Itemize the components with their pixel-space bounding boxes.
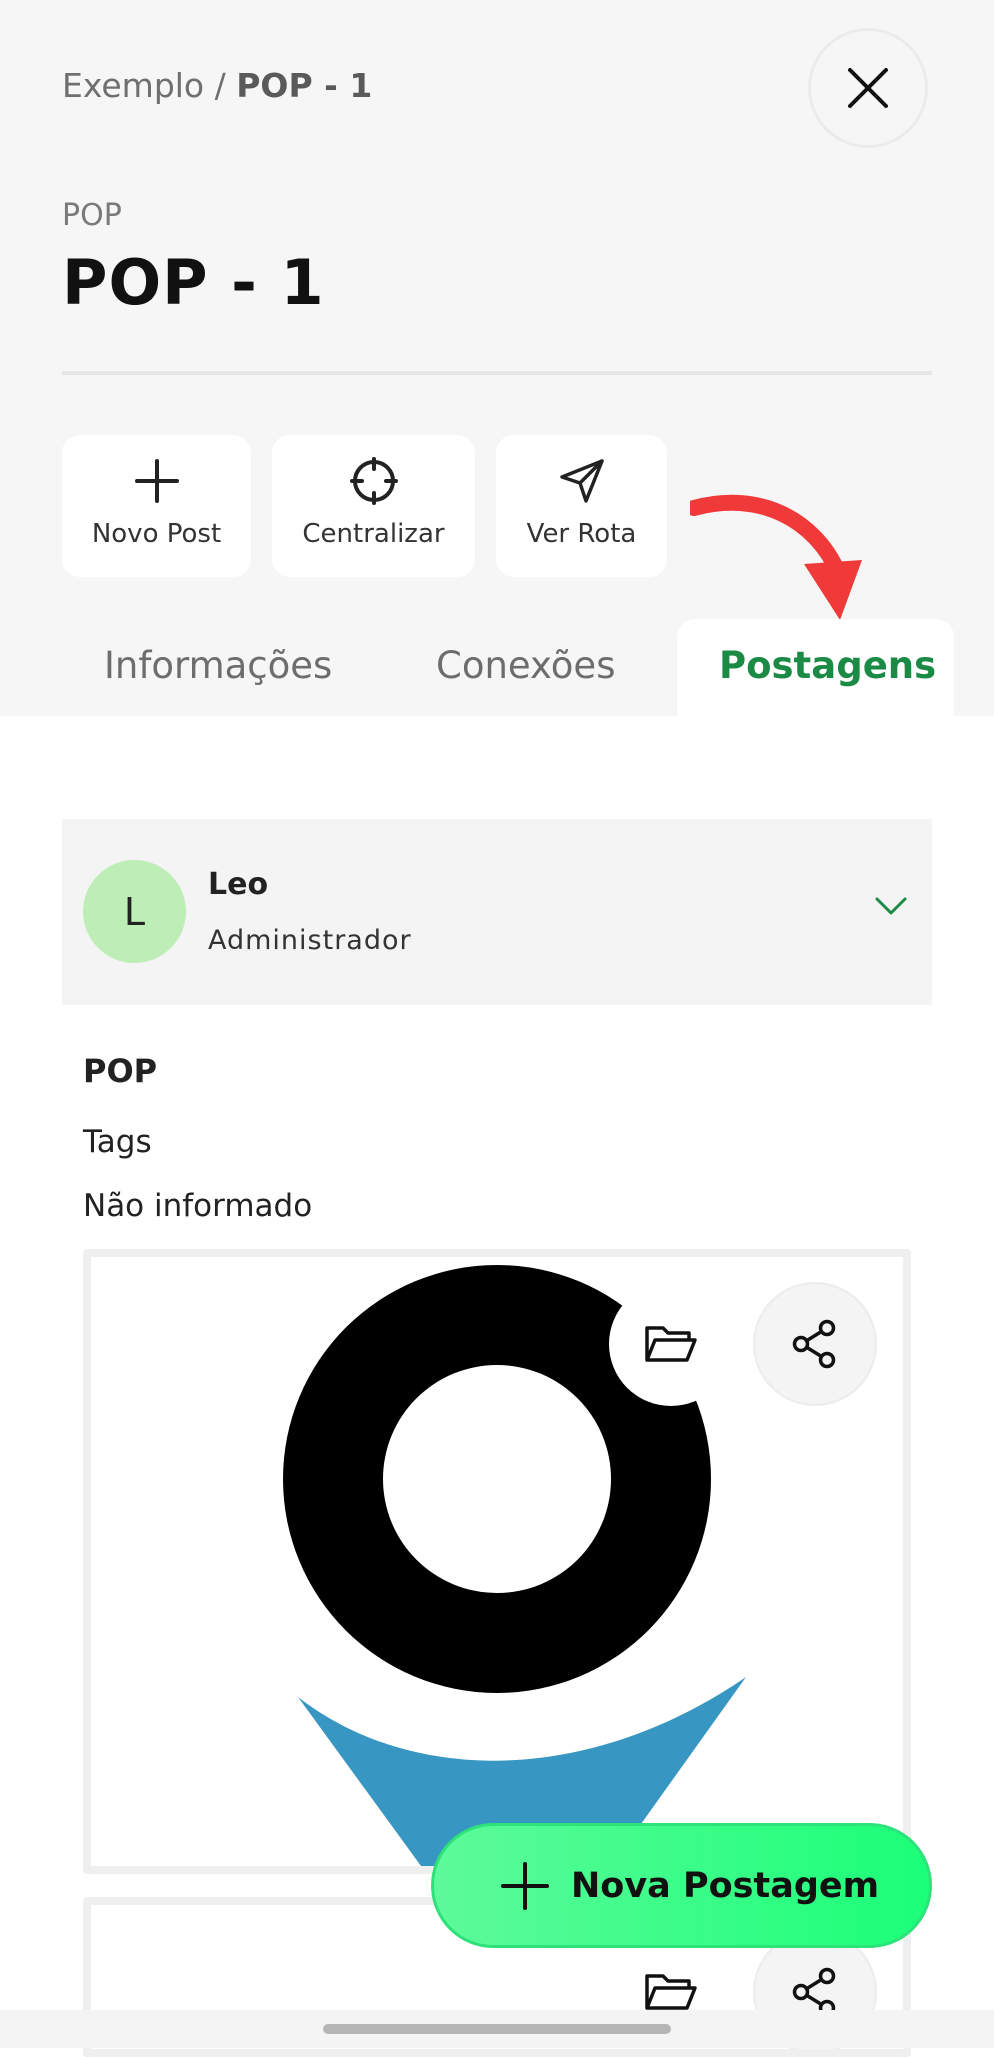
view-route-label: Ver Rota <box>526 519 637 549</box>
folder-icon <box>645 1974 697 2010</box>
tab-conexoes[interactable]: Conexões <box>436 644 615 687</box>
header-area: Exemplo / POP - 1 POP POP - 1 Novo Post … <box>0 0 994 718</box>
tags-value: Não informado <box>83 1188 313 1224</box>
new-post-fab-label: Nova Postagem <box>571 1865 880 1906</box>
divider <box>62 371 932 375</box>
author-name: Leo <box>208 867 269 902</box>
center-label: Centralizar <box>302 519 445 549</box>
plus-icon <box>134 459 179 503</box>
plus-icon <box>501 1861 549 1910</box>
tab-informacoes[interactable]: Informações <box>104 644 332 687</box>
page-subtitle: POP <box>62 198 122 233</box>
view-route-button[interactable]: Ver Rota <box>496 435 667 577</box>
send-icon <box>559 459 604 503</box>
close-button[interactable] <box>808 28 928 148</box>
post-title: POP <box>83 1052 158 1090</box>
tags-label: Tags <box>83 1124 152 1160</box>
open-folder-button[interactable] <box>609 1282 733 1406</box>
breadcrumb-parent[interactable]: Exemplo <box>62 66 204 105</box>
home-indicator[interactable] <box>323 2024 671 2034</box>
chevron-down-icon[interactable] <box>874 895 908 917</box>
center-button[interactable]: Centralizar <box>272 435 475 577</box>
new-post-button[interactable]: Novo Post <box>62 435 251 577</box>
new-post-fab[interactable]: Nova Postagem <box>431 1823 932 1948</box>
annotation-arrow-icon <box>690 494 862 620</box>
breadcrumb: Exemplo / POP - 1 <box>62 66 372 105</box>
breadcrumb-current: POP - 1 <box>236 66 373 105</box>
tab-postagens[interactable]: Postagens <box>719 644 936 687</box>
post-author-card[interactable]: L Leo Administrador <box>62 819 932 1005</box>
share-button[interactable] <box>753 1282 877 1406</box>
avatar: L <box>83 860 186 963</box>
share-icon <box>792 1319 836 1369</box>
post-media[interactable] <box>83 1249 911 1874</box>
new-post-label: Novo Post <box>91 519 222 549</box>
page-title: POP - 1 <box>62 246 325 319</box>
folder-icon <box>645 1326 697 1362</box>
crosshair-icon <box>349 457 398 505</box>
author-role: Administrador <box>208 925 412 956</box>
close-icon <box>848 68 888 108</box>
breadcrumb-separator: / <box>204 66 237 105</box>
